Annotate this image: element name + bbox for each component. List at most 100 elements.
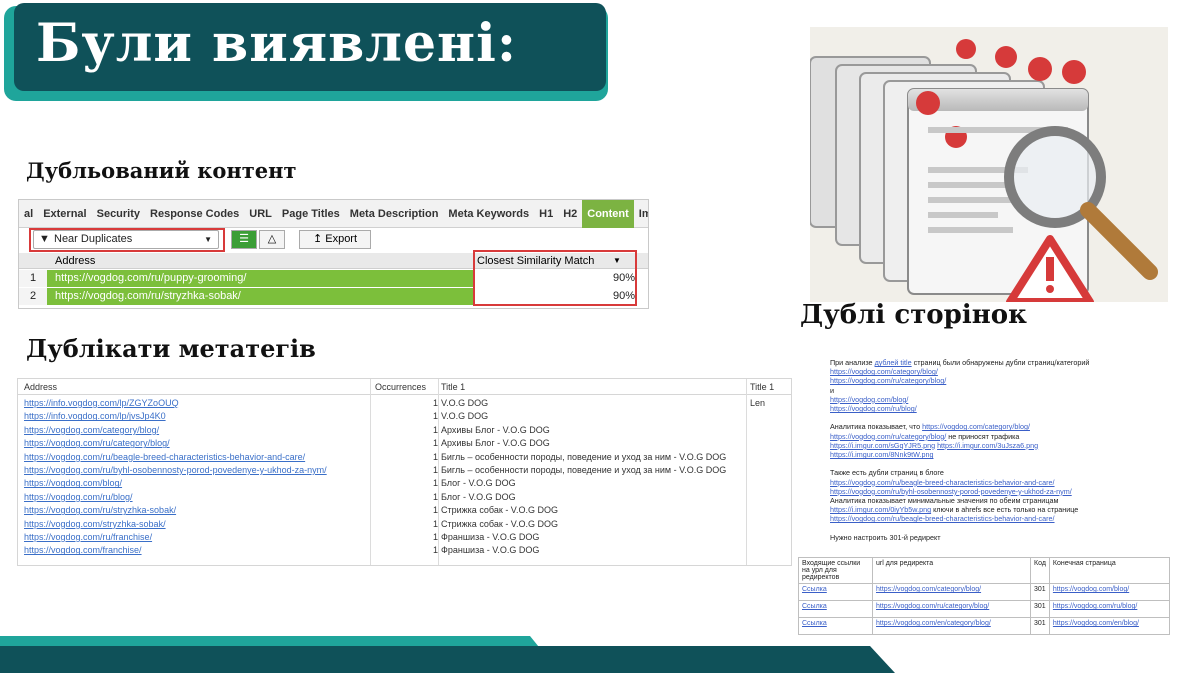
title-banner: Були виявлені: <box>14 3 606 91</box>
row-occurrences: 1 <box>432 518 438 529</box>
tab-url[interactable]: URL <box>244 200 277 228</box>
tree-view-button[interactable]: △ <box>259 230 285 249</box>
table-row[interactable]: https://vogdog.com/ru/franchise/1 Франшиз… <box>18 531 791 544</box>
tab-response-codes[interactable]: Response Codes <box>145 200 244 228</box>
row-occurrences: 1 <box>432 478 438 489</box>
tab-meta-description[interactable]: Meta Description <box>345 200 444 228</box>
doc-link[interactable]: https://vogdog.com/ru/beagle-breed-chara… <box>830 514 1055 523</box>
tab-al[interactable]: al <box>19 200 38 228</box>
doc-link[interactable]: https://vogdog.com/ru/beagle-breed-chara… <box>830 478 1055 487</box>
crawler-tabs: al External Security Response Codes URL … <box>19 200 648 228</box>
row-address-link[interactable]: https://vogdog.com/category/blog/ <box>24 424 159 437</box>
doc-text: страниц были обнаружены дубли страниц/ка… <box>911 358 1090 367</box>
tab-h2[interactable]: H2 <box>558 200 582 228</box>
doc-line: https://vogdog.com/ru/beagle-breed-chara… <box>830 514 1055 523</box>
row-address-link[interactable]: https://vogdog.com/blog/ <box>24 477 122 490</box>
table-row[interactable]: https://info.vogdog.com/lp/jvsJp4K0 1 V.O.… <box>18 410 791 423</box>
link-cell[interactable]: https://vogdog.com/en/category/blog/ <box>872 617 1031 635</box>
doc-link[interactable]: https://vogdog.com/ru/category/blog/ <box>830 376 946 385</box>
table-row[interactable]: https://vogdog.com/category/blog/1 Архивы… <box>18 424 791 437</box>
table-row[interactable]: https://vogdog.com/ru/byhl-osobennosty-p… <box>18 464 791 477</box>
export-button[interactable]: ↥ Export <box>299 230 371 249</box>
doc-link[interactable]: https://i.imgur.com/sGqYJR5.png <box>830 441 935 450</box>
table-row[interactable]: https://vogdog.com/ru/stryzhka-sobak/1 Ст… <box>18 504 791 517</box>
table-header: Address Occurrences Title 1 Title 1 Len <box>18 379 791 408</box>
row-number: 2 <box>19 288 47 305</box>
row-address-link[interactable]: https://info.vogdog.com/lp/jvsJp4K0 <box>24 410 166 423</box>
table-row[interactable]: https://vogdog.com/blog/1 Блог - V.O.G DO… <box>18 477 791 490</box>
duplicate-documents-icon <box>810 39 1158 302</box>
row-title: Блог - V.O.G DOG <box>441 491 516 502</box>
row-number: 1 <box>19 270 47 287</box>
row-address-link[interactable]: https://vogdog.com/ru/blog/ <box>24 491 133 504</box>
link-cell[interactable]: Ссылка <box>798 583 873 601</box>
tab-h1[interactable]: H1 <box>534 200 558 228</box>
table-row[interactable]: https://info.vogdog.com/lp/ZGYZoOUQ 1 V.O.… <box>18 397 791 410</box>
export-icon: ↥ <box>312 233 323 245</box>
doc-line: https://vogdog.com/ru/category/blog/ <box>830 376 946 385</box>
row-occurrences: 1 <box>432 411 438 422</box>
tab-images[interactable]: Images <box>634 200 648 228</box>
table-row[interactable]: https://vogdog.com/ru/beagle-breed-chara… <box>18 451 791 464</box>
row-address-link[interactable]: https://vogdog.com/franchise/ <box>24 544 142 557</box>
doc-link[interactable]: https://vogdog.com/ru/blog/ <box>830 404 917 413</box>
doc-link[interactable]: https://i.imgur.com/0iyYb5w.png <box>830 505 931 514</box>
link-cell[interactable]: https://vogdog.com/blog/ <box>1048 583 1171 601</box>
th-code: Код <box>1030 557 1050 584</box>
code-cell: 301 <box>1030 600 1050 618</box>
doc-line: https://vogdog.com/ru/blog/ <box>830 404 917 413</box>
row-address-link[interactable]: https://vogdog.com/ru/stryzhka-sobak/ <box>24 504 176 517</box>
doc-link[interactable]: https://vogdog.com/ru/byhl-osobennosty-p… <box>830 487 1072 496</box>
table-row[interactable]: https://vogdog.com/franchise/1 Франшиза -… <box>18 544 791 557</box>
doc-line: Аналитика показывает минимальные значени… <box>830 496 1058 505</box>
tab-external[interactable]: External <box>38 200 91 228</box>
doc-link[interactable]: https://i.imgur.com/3uJsza6.png <box>937 441 1038 450</box>
doc-text: При анализе <box>830 358 875 367</box>
tab-meta-keywords[interactable]: Meta Keywords <box>443 200 534 228</box>
list-view-button[interactable]: ☰ <box>231 230 257 249</box>
row-title: Блог - V.O.G DOG <box>441 478 516 489</box>
link-cell[interactable]: Ссылка <box>798 600 873 618</box>
doc-text: не приносят трафика <box>946 431 1020 441</box>
duplicate-pages-illustration <box>810 27 1168 302</box>
meta-duplicates-table: Address Occurrences Title 1 Title 1 Len … <box>17 378 792 566</box>
table-row: Ссылка https://vogdog.com/en/category/bl… <box>798 617 1171 635</box>
doc-line: https://vogdog.com/ru/category/blog/ не … <box>830 432 1019 441</box>
section-duplicate-pages: Дублі сторінок <box>800 300 1027 330</box>
table-row[interactable]: https://vogdog.com/stryzhka-sobak/1 Стриж… <box>18 518 791 531</box>
link-cell[interactable]: https://vogdog.com/en/blog/ <box>1048 617 1171 635</box>
doc-link[interactable]: https://vogdog.com/blog/ <box>830 395 908 404</box>
doc-line: https://vogdog.com/blog/ <box>830 395 908 404</box>
row-address-link[interactable]: https://vogdog.com/ru/byhl-osobennosty-p… <box>24 464 327 477</box>
row-address-link[interactable]: https://vogdog.com/ru/beagle-breed-chara… <box>24 451 305 464</box>
doc-text: Также есть дубли страниц в блоге <box>830 468 944 478</box>
doc-text: Нужно настроить 301-й редирект <box>830 532 941 542</box>
row-address-link[interactable]: https://vogdog.com/stryzhka-sobak/ <box>24 518 166 531</box>
doc-link[interactable]: https://i.imgur.com/8Nnk9tW.png <box>830 450 933 459</box>
link-cell[interactable]: https://vogdog.com/ru/category/blog/ <box>872 600 1031 618</box>
row-address-link[interactable]: https://vogdog.com/ru/category/blog/ <box>24 437 170 450</box>
row-address: https://vogdog.com/ru/puppy-grooming/ <box>47 270 473 287</box>
row-occurrences: 1 <box>432 424 438 435</box>
tab-security[interactable]: Security <box>92 200 145 228</box>
col-title: Title 1 <box>441 382 466 392</box>
table-row[interactable]: https://vogdog.com/ru/blog/1 Блог - V.O.G… <box>18 491 791 504</box>
row-occurrences: 1 <box>432 465 438 475</box>
doc-line: Аналитика показывает, что https://vogdog… <box>830 422 1030 431</box>
doc-link[interactable]: https://vogdog.com/category/blog/ <box>922 422 1030 431</box>
doc-link[interactable]: дублей title <box>875 358 912 367</box>
link-cell[interactable]: https://vogdog.com/category/blog/ <box>872 583 1031 601</box>
doc-text: Аналитика показывает минимальные значени… <box>830 496 1059 505</box>
tab-page-titles[interactable]: Page Titles <box>277 200 345 228</box>
table-row[interactable]: https://vogdog.com/ru/category/blog/1 Арх… <box>18 437 791 450</box>
doc-link[interactable]: https://vogdog.com/ru/category/blog/ <box>830 432 946 441</box>
row-address-link[interactable]: https://vogdog.com/ru/franchise/ <box>24 531 152 544</box>
link-cell[interactable]: Ссылка <box>798 617 873 635</box>
tab-content[interactable]: Content <box>582 200 634 228</box>
link-cell[interactable]: https://vogdog.com/ru/blog/ <box>1048 600 1171 618</box>
row-title: Франшиза - V.O.G DOG <box>441 532 540 542</box>
row-address-link[interactable]: https://info.vogdog.com/lp/ZGYZoOUQ <box>24 397 179 410</box>
doc-link[interactable]: https://vogdog.com/category/blog/ <box>830 367 938 376</box>
doc-text: Аналитика показывает, что <box>830 422 923 432</box>
doc-line: https://vogdog.com/category/blog/ <box>830 367 938 376</box>
